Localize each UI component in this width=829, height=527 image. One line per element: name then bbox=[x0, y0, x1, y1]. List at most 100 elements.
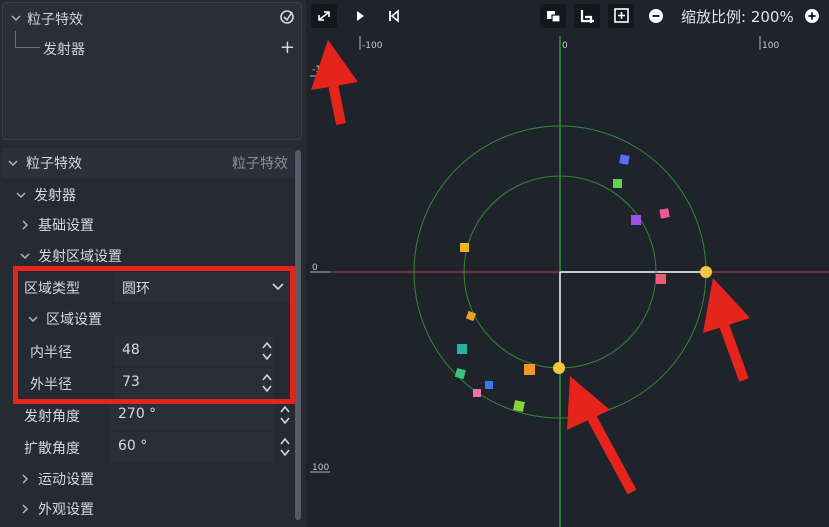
particle bbox=[656, 274, 666, 284]
fullscreen-icon bbox=[318, 11, 330, 21]
emit-angle-label: 发射角度 bbox=[24, 409, 80, 425]
particle bbox=[524, 364, 535, 375]
particle bbox=[513, 400, 525, 412]
area-type-value: 圆环 bbox=[122, 281, 150, 297]
chevron-right-icon bbox=[22, 220, 29, 230]
play-icon bbox=[357, 11, 364, 21]
emit-area-settings-group[interactable]: 发射区域设置 bbox=[2, 241, 294, 271]
section-particle-effect[interactable]: 粒子特效 粒子特效 bbox=[2, 148, 294, 178]
left-panel: 粒子特效 发射器 + 粒子特效 粒子特效 发射器 基础设置 发射区域设置 区域类… bbox=[0, 0, 306, 527]
emit-angle-value: 270 ° bbox=[118, 406, 157, 422]
annotation-arrow bbox=[567, 376, 637, 495]
motion-settings-group[interactable]: 运动设置 bbox=[2, 464, 294, 494]
inner-radius-value: 48 bbox=[122, 342, 140, 358]
fit-icon bbox=[614, 8, 629, 23]
fit-button[interactable] bbox=[608, 4, 634, 28]
basic-settings-group[interactable]: 基础设置 bbox=[2, 210, 294, 240]
particle bbox=[473, 389, 481, 397]
zoom-value: 200% bbox=[750, 8, 794, 26]
particle bbox=[613, 179, 622, 188]
stepper-icon[interactable] bbox=[260, 338, 274, 364]
stepper-icon[interactable] bbox=[278, 402, 292, 428]
preview-canvas[interactable]: -100 0 100 -1 0 100 bbox=[306, 32, 829, 527]
stepper-icon[interactable] bbox=[260, 370, 274, 396]
appearance-settings-group[interactable]: 外观设置 bbox=[2, 494, 294, 524]
ruler-x-label: -100 bbox=[362, 41, 383, 51]
spread-angle-input[interactable]: 60 ° bbox=[110, 432, 290, 462]
inner-radius-input[interactable]: 48 bbox=[114, 336, 274, 366]
tree-connector bbox=[15, 31, 40, 48]
inner-radius-field: 内半径 48 bbox=[2, 336, 294, 366]
fx-icon[interactable] bbox=[279, 9, 295, 25]
particle bbox=[460, 243, 469, 252]
layers-button[interactable] bbox=[540, 4, 566, 28]
zoom-out-icon bbox=[649, 9, 663, 23]
outer-radius-value: 73 bbox=[122, 374, 140, 390]
emitter-label: 发射器 bbox=[34, 188, 76, 204]
outer-radius-field: 外半径 73 bbox=[2, 368, 294, 398]
outer-radius-label: 外半径 bbox=[30, 377, 72, 393]
inner-radius-handle[interactable] bbox=[553, 362, 565, 374]
chevron-right-icon bbox=[22, 474, 29, 484]
property-panel: 粒子特效 粒子特效 发射器 基础设置 发射区域设置 区域类型 圆环 区域设置 内… bbox=[2, 148, 294, 527]
zoom-out-button[interactable] bbox=[643, 4, 669, 28]
chevron-down-icon bbox=[8, 160, 18, 167]
crop-icon bbox=[580, 10, 594, 23]
hierarchy-panel: 粒子特效 发射器 + bbox=[2, 2, 302, 140]
area-type-field: 区域类型 圆环 bbox=[2, 272, 294, 302]
particle bbox=[465, 310, 477, 322]
chevron-right-icon bbox=[22, 504, 29, 514]
ruler-x-label: 0 bbox=[562, 41, 568, 51]
emit-angle-input[interactable]: 270 ° bbox=[110, 400, 290, 430]
plus-icon[interactable]: + bbox=[280, 37, 295, 58]
step-back-icon bbox=[389, 9, 399, 23]
particle bbox=[659, 208, 670, 219]
spread-angle-field: 扩散角度 60 ° bbox=[2, 432, 294, 462]
chevron-down-icon bbox=[28, 316, 38, 323]
particle bbox=[457, 344, 467, 354]
emitter-group[interactable]: 发射器 bbox=[2, 180, 294, 210]
area-settings-group[interactable]: 区域设置 bbox=[2, 304, 294, 334]
emit-area-settings-label: 发射区域设置 bbox=[38, 249, 122, 265]
chevron-down-icon bbox=[272, 283, 284, 291]
scrollbar[interactable] bbox=[295, 150, 301, 520]
area-type-label: 区域类型 bbox=[24, 281, 80, 297]
section-right-label: 粒子特效 bbox=[232, 156, 288, 172]
fullscreen-button[interactable] bbox=[311, 4, 337, 28]
appearance-settings-label: 外观设置 bbox=[38, 502, 94, 518]
annotation-arrow bbox=[311, 40, 358, 125]
zoom-in-icon bbox=[805, 9, 819, 23]
crop-button[interactable] bbox=[574, 4, 600, 28]
area-settings-label: 区域设置 bbox=[46, 312, 102, 328]
inner-radius-label: 内半径 bbox=[30, 345, 72, 361]
chevron-down-icon bbox=[20, 253, 30, 260]
zoom-label: 缩放比例: bbox=[681, 8, 747, 26]
section-title: 粒子特效 bbox=[26, 156, 82, 172]
chevron-down-icon bbox=[16, 192, 26, 199]
ruler-y-label: 100 bbox=[312, 463, 329, 473]
play-button[interactable] bbox=[347, 4, 373, 28]
basic-settings-label: 基础设置 bbox=[38, 218, 94, 234]
spread-angle-label: 扩散角度 bbox=[24, 441, 80, 457]
outer-radius-handle[interactable] bbox=[700, 266, 712, 278]
ruler-y-label: 0 bbox=[312, 263, 318, 273]
particle bbox=[485, 381, 493, 389]
emit-angle-field: 发射角度 270 ° bbox=[2, 400, 294, 430]
area-type-select[interactable]: 圆环 bbox=[114, 272, 290, 302]
stepper-icon[interactable] bbox=[278, 434, 292, 460]
particle bbox=[619, 154, 630, 165]
chevron-down-icon[interactable] bbox=[11, 13, 21, 23]
outer-radius-input[interactable]: 73 bbox=[114, 368, 274, 398]
particle bbox=[454, 368, 466, 380]
motion-settings-label: 运动设置 bbox=[38, 472, 94, 488]
zoom-indicator: 缩放比例: 200% bbox=[681, 6, 794, 27]
step-back-button[interactable] bbox=[381, 4, 407, 28]
zoom-in-button[interactable] bbox=[799, 4, 825, 28]
spread-angle-value: 60 ° bbox=[118, 438, 148, 454]
hierarchy-child-emitter[interactable]: 发射器 bbox=[43, 39, 85, 59]
hierarchy-root-label[interactable]: 粒子特效 bbox=[27, 9, 83, 29]
ruler-x-label: 100 bbox=[762, 41, 779, 51]
particle bbox=[631, 215, 641, 225]
annotation-arrow bbox=[703, 278, 750, 382]
layers-icon bbox=[547, 11, 561, 23]
